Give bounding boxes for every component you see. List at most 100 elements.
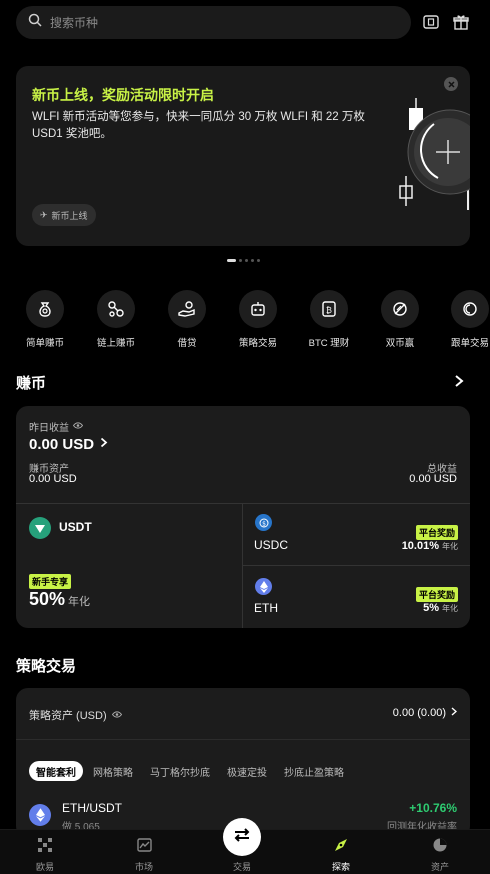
search-icon — [28, 13, 42, 32]
apy-value: 50% — [29, 589, 66, 609]
tab-dip-buy[interactable]: 抄底止盈策略 — [277, 761, 351, 781]
promo-banner[interactable]: 新币上线，奖励活动限时开启 WLFI 新币活动等您参与，快来一同瓜分 30 万枚… — [16, 66, 470, 246]
apy-unit: 年化 — [68, 596, 91, 608]
quick-action-label: 跟单交易 — [450, 338, 489, 349]
quick-action-copy[interactable]: 跟单交易 — [438, 290, 490, 349]
quick-action-strategy[interactable]: 策略交易 — [226, 290, 290, 349]
strategy-tabs: 智能套利 网格策略 马丁格尔抄底 极速定投 抄底止盈策略 — [29, 761, 351, 781]
yesterday-earnings-value: 0.00 USD — [29, 435, 95, 453]
coin-graphic — [399, 98, 470, 210]
usdt-icon — [29, 517, 51, 539]
chain-icon — [97, 290, 135, 328]
total-earnings-value: 0.00 USD — [409, 473, 457, 485]
tab-label: 资产 — [430, 862, 449, 872]
carousel-dot[interactable] — [257, 259, 260, 262]
apy-unit: 年化 — [442, 542, 458, 551]
platform-reward-badge: 平台奖励 — [415, 587, 458, 602]
loan-icon — [168, 290, 206, 328]
quick-action-dual[interactable]: 双币赢 — [368, 290, 432, 349]
search-input[interactable]: 搜索币种 — [50, 14, 98, 31]
close-icon[interactable] — [444, 77, 458, 91]
svg-text:$: $ — [262, 520, 266, 527]
trade-button[interactable] — [223, 818, 261, 856]
earn-assets-value: 0.00 USD — [29, 473, 77, 485]
eye-icon[interactable] — [111, 709, 122, 721]
usdc-icon: $ — [255, 514, 272, 531]
tab-label: 探索 — [331, 862, 350, 872]
tab-grid[interactable]: 网格策略 — [86, 761, 140, 781]
earn-card: 昨日收益 0.00 USD 赚币资产 0.00 USD 总收益 0.00 USD… — [16, 406, 470, 628]
quick-action-simple-earn[interactable]: 简单赚币 — [13, 290, 77, 349]
chevron-right-icon — [451, 707, 458, 719]
chart-icon — [136, 838, 152, 857]
search-bar[interactable]: 搜索币种 — [16, 6, 411, 39]
scan-icon[interactable] — [421, 12, 441, 32]
apy-change: +10.76% — [409, 801, 457, 815]
quick-action-label: 双币赢 — [385, 338, 415, 349]
quick-action-onchain-earn[interactable]: 链上赚币 — [84, 290, 148, 349]
tab-label: 欧易 — [35, 862, 54, 872]
tab-explore[interactable]: 探索 — [311, 838, 371, 873]
yesterday-earnings-value-row[interactable]: 0.00 USD — [29, 435, 108, 453]
earn-product-eth[interactable]: ETH 平台奖励 5% 年化 — [243, 566, 470, 628]
eye-icon[interactable] — [72, 421, 84, 432]
strategy-assets-value-row[interactable]: 0.00 (0.00) — [393, 707, 458, 719]
compass-icon — [334, 838, 348, 857]
pie-chart-icon — [433, 838, 447, 857]
chevron-right-icon[interactable] — [454, 374, 464, 393]
yesterday-earnings-label: 昨日收益 — [29, 423, 69, 434]
quick-action-btc[interactable]: ₿ BTC 理财 — [297, 290, 361, 349]
apy-value: 10.01% — [401, 540, 439, 552]
strategy-assets-label: 策略资产 (USD) — [29, 710, 107, 722]
dual-icon — [381, 290, 419, 328]
okx-logo-icon — [38, 838, 52, 857]
bottom-tab-bar: 欧易 市场 交易 探索 资产 — [0, 818, 490, 874]
tab-home[interactable]: 欧易 — [15, 838, 75, 873]
apy-row: 10.01% 年化 — [402, 540, 458, 552]
earn-product-usdt[interactable]: USDT 新手专享 50% 年化 — [16, 504, 242, 628]
swap-icon — [233, 827, 251, 848]
yesterday-earnings-row: 昨日收益 — [29, 419, 84, 434]
tab-market[interactable]: 市场 — [114, 838, 174, 873]
chevron-right-icon — [100, 435, 108, 453]
gift-icon[interactable] — [451, 12, 471, 32]
tab-label: 市场 — [134, 862, 153, 872]
quick-action-label: 策略交易 — [238, 338, 277, 349]
earn-product-usdc[interactable]: $ USDC 平台奖励 10.01% 年化 — [243, 504, 470, 565]
carousel-dot[interactable] — [227, 259, 236, 262]
carousel-dot[interactable] — [245, 259, 248, 262]
banner-description: WLFI 新币活动等您参与，快来一同瓜分 30 万枚 WLFI 和 22 万枚 … — [32, 111, 365, 140]
coin-name: USDC — [254, 538, 289, 552]
section-title-earn: 赚币 — [16, 375, 47, 392]
strategy-card: 策略资产 (USD) 0.00 (0.00) 智能套利 网格策略 马丁格尔抄底 … — [16, 688, 470, 838]
rocket-icon: ✈ — [40, 209, 48, 220]
coin-name: ETH — [254, 601, 278, 615]
eth-icon — [29, 804, 51, 826]
quick-action-label: 借贷 — [177, 338, 197, 349]
apy-row: 50% 年化 — [29, 589, 90, 610]
apy-unit: 年化 — [442, 604, 458, 613]
apy-value: 5% — [423, 602, 439, 614]
copy-icon — [451, 290, 489, 328]
quick-action-label: BTC 理财 — [308, 338, 350, 349]
tab-smart-arbitrage[interactable]: 智能套利 — [29, 761, 83, 781]
carousel-indicator — [227, 259, 260, 262]
svg-text:₿: ₿ — [326, 306, 332, 315]
banner-tag-label: 新币上线 — [51, 210, 88, 221]
eth-icon — [255, 578, 272, 595]
quick-action-label: 简单赚币 — [25, 338, 64, 349]
quick-action-loan[interactable]: 借贷 — [155, 290, 219, 349]
tab-martingale[interactable]: 马丁格尔抄底 — [143, 761, 217, 781]
carousel-dot[interactable] — [251, 259, 254, 262]
newbie-badge: 新手专享 — [29, 574, 72, 589]
tab-label-trade: 交易 — [232, 862, 251, 872]
carousel-dot[interactable] — [239, 259, 242, 262]
quick-action-label: 链上赚币 — [96, 338, 135, 349]
tab-assets[interactable]: 资产 — [410, 838, 470, 873]
divider — [16, 739, 470, 740]
banner-title: 新币上线，奖励活动限时开启 — [32, 87, 214, 103]
apy-row: 5% 年化 — [423, 602, 458, 614]
moneybag-icon — [26, 290, 64, 328]
tab-recurring-buy[interactable]: 极速定投 — [220, 761, 274, 781]
platform-reward-badge: 平台奖励 — [415, 525, 458, 540]
